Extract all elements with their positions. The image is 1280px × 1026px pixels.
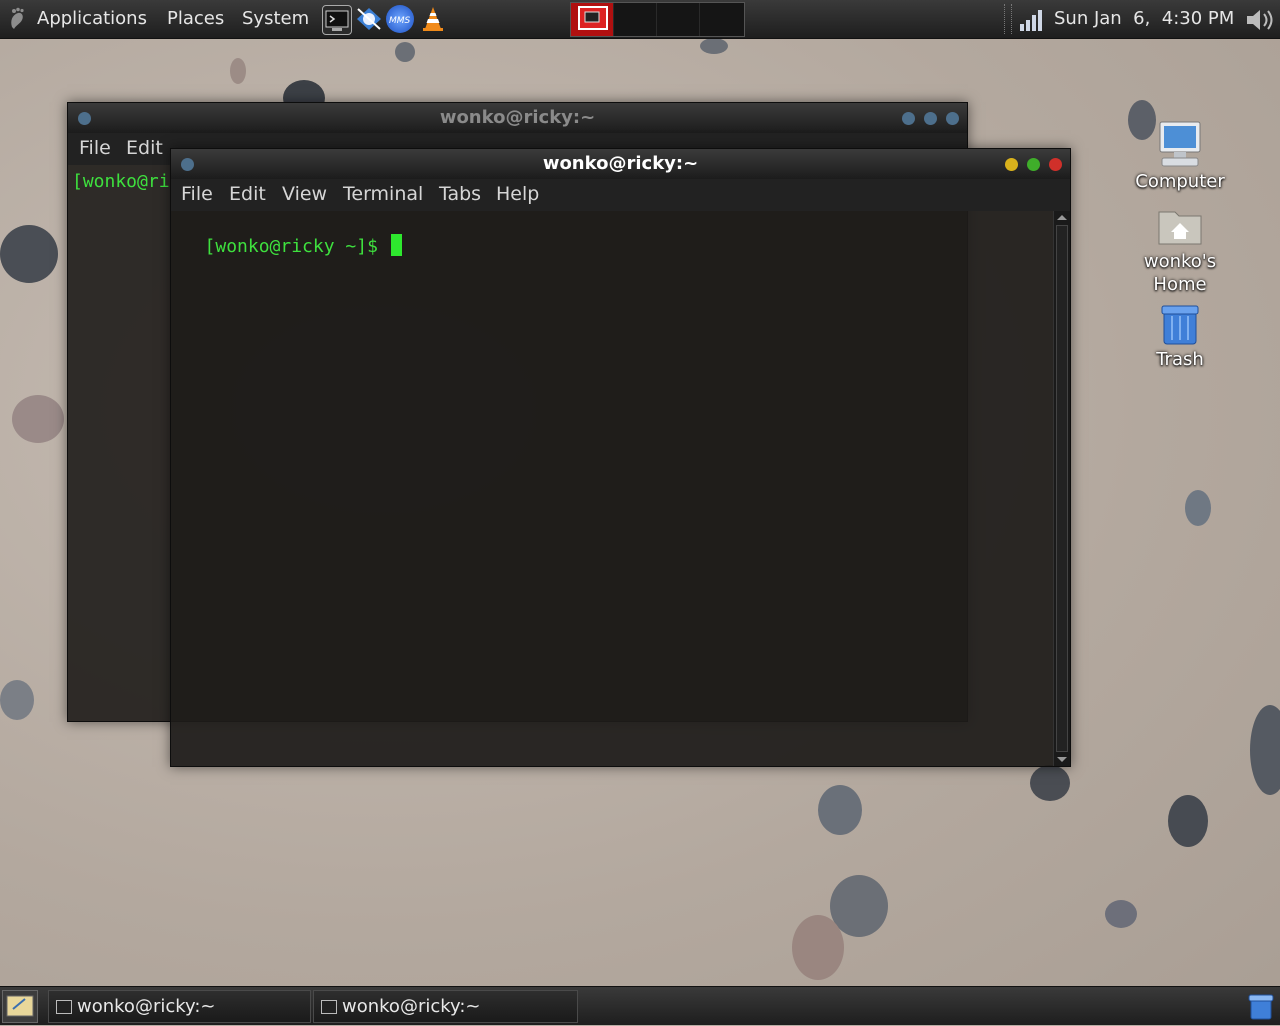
workspace-2[interactable] — [614, 3, 657, 36]
places-menu[interactable]: Places — [167, 8, 224, 29]
bottom-panel: wonko@ricky:~ wonko@ricky:~ — [0, 986, 1280, 1025]
computer-icon — [1125, 118, 1235, 170]
terminal-prompt-line: [wonko@ricky ~]$ — [174, 215, 402, 276]
menu-terminal[interactable]: Terminal — [343, 183, 423, 205]
pebble — [1168, 795, 1208, 847]
clock[interactable]: Sun Jan 6, 4:30 PM — [1054, 8, 1234, 29]
window-menu-icon[interactable] — [78, 112, 91, 125]
workspace-3[interactable] — [657, 3, 700, 36]
terminal-prompt: [wonko@ricky ~]$ — [204, 236, 389, 257]
desktop-icon-label: Trash — [1156, 349, 1204, 370]
terminal-prompt: [wonko@ri — [72, 171, 170, 192]
taskbar-button-label: wonko@ricky:~ — [342, 996, 481, 1017]
window-titlebar[interactable]: wonko@ricky:~ — [68, 103, 967, 133]
terminal-icon — [321, 1000, 337, 1014]
pebble — [12, 395, 64, 443]
menu-file[interactable]: File — [181, 183, 213, 205]
menu-tabs[interactable]: Tabs — [439, 183, 481, 205]
pebble — [1185, 490, 1211, 526]
scroll-up-arrow-icon[interactable] — [1057, 215, 1067, 220]
pebble — [792, 915, 844, 980]
top-panel: Applications Places System MMS Sun Jan 6… — [0, 0, 1280, 39]
workspace-4[interactable] — [700, 3, 742, 36]
window-menu-icon[interactable] — [181, 158, 194, 171]
close-button[interactable] — [946, 112, 959, 125]
trash-applet-icon[interactable] — [1246, 991, 1276, 1025]
maximize-button[interactable] — [1027, 158, 1040, 171]
pebble — [230, 58, 246, 84]
show-desktop-icon[interactable] — [2, 990, 38, 1023]
window-title: wonko@ricky:~ — [542, 153, 699, 174]
mms-app-icon[interactable]: MMS — [386, 5, 414, 33]
desktop-icon-computer[interactable]: Computer — [1125, 118, 1235, 193]
gnome-foot-icon[interactable] — [8, 7, 28, 31]
window-title: wonko@ricky:~ — [439, 107, 596, 128]
trash-icon — [1125, 302, 1235, 348]
vlc-cone-icon[interactable] — [419, 5, 447, 33]
pebble — [700, 38, 728, 54]
window-titlebar[interactable]: wonko@ricky:~ — [171, 149, 1070, 179]
pebble — [818, 785, 862, 835]
menu-file[interactable]: File — [79, 137, 111, 159]
terminal-launcher-icon[interactable] — [322, 5, 352, 35]
workspace-1[interactable] — [571, 3, 614, 36]
menu-edit[interactable]: Edit — [126, 137, 163, 159]
volume-icon[interactable] — [1244, 6, 1276, 39]
workspace-switcher[interactable] — [570, 2, 745, 37]
pebble — [1250, 705, 1280, 795]
scrollbar[interactable] — [1053, 211, 1070, 766]
network-app-icon[interactable] — [354, 5, 382, 33]
taskbar-button[interactable]: wonko@ricky:~ — [48, 990, 311, 1023]
terminal-icon — [56, 1000, 72, 1014]
menu-edit[interactable]: Edit — [229, 183, 266, 205]
desktop-icon-label: wonko's — [1143, 251, 1217, 272]
taskbar-button-label: wonko@ricky:~ — [77, 996, 216, 1017]
desktop-icon-home[interactable]: wonko's Home — [1125, 204, 1235, 296]
terminal-area[interactable]: [wonko@ricky ~]$ — [171, 211, 1054, 766]
taskbar-button[interactable]: wonko@ricky:~ — [313, 990, 578, 1023]
text-cursor — [390, 234, 402, 256]
terminal-window-front[interactable]: wonko@ricky:~ File Edit View Terminal Ta… — [170, 148, 1071, 767]
minimize-button[interactable] — [1005, 158, 1018, 171]
pebble — [1105, 900, 1137, 928]
scroll-down-arrow-icon[interactable] — [1057, 757, 1067, 762]
svg-text:MMS: MMS — [389, 16, 411, 26]
home-folder-icon — [1125, 204, 1235, 250]
pebble — [395, 42, 415, 62]
maximize-button[interactable] — [924, 112, 937, 125]
minimize-button[interactable] — [902, 112, 915, 125]
applications-menu[interactable]: Applications — [37, 8, 147, 29]
close-button[interactable] — [1049, 158, 1062, 171]
signal-strength-icon[interactable] — [1018, 8, 1046, 37]
panel-separator — [1004, 4, 1012, 34]
pebble — [0, 680, 34, 720]
menu-view[interactable]: View — [282, 183, 327, 205]
scroll-thumb[interactable] — [1056, 225, 1068, 752]
system-menu[interactable]: System — [242, 8, 309, 29]
menu-help[interactable]: Help — [496, 183, 539, 205]
desktop-icon-trash[interactable]: Trash — [1125, 302, 1235, 371]
pebble — [0, 225, 58, 283]
desktop-icon-label: Computer — [1135, 171, 1225, 192]
menubar: File Edit View Terminal Tabs Help — [171, 179, 1070, 211]
pebble — [1030, 765, 1070, 801]
desktop-icon-label: Home — [1153, 274, 1207, 295]
